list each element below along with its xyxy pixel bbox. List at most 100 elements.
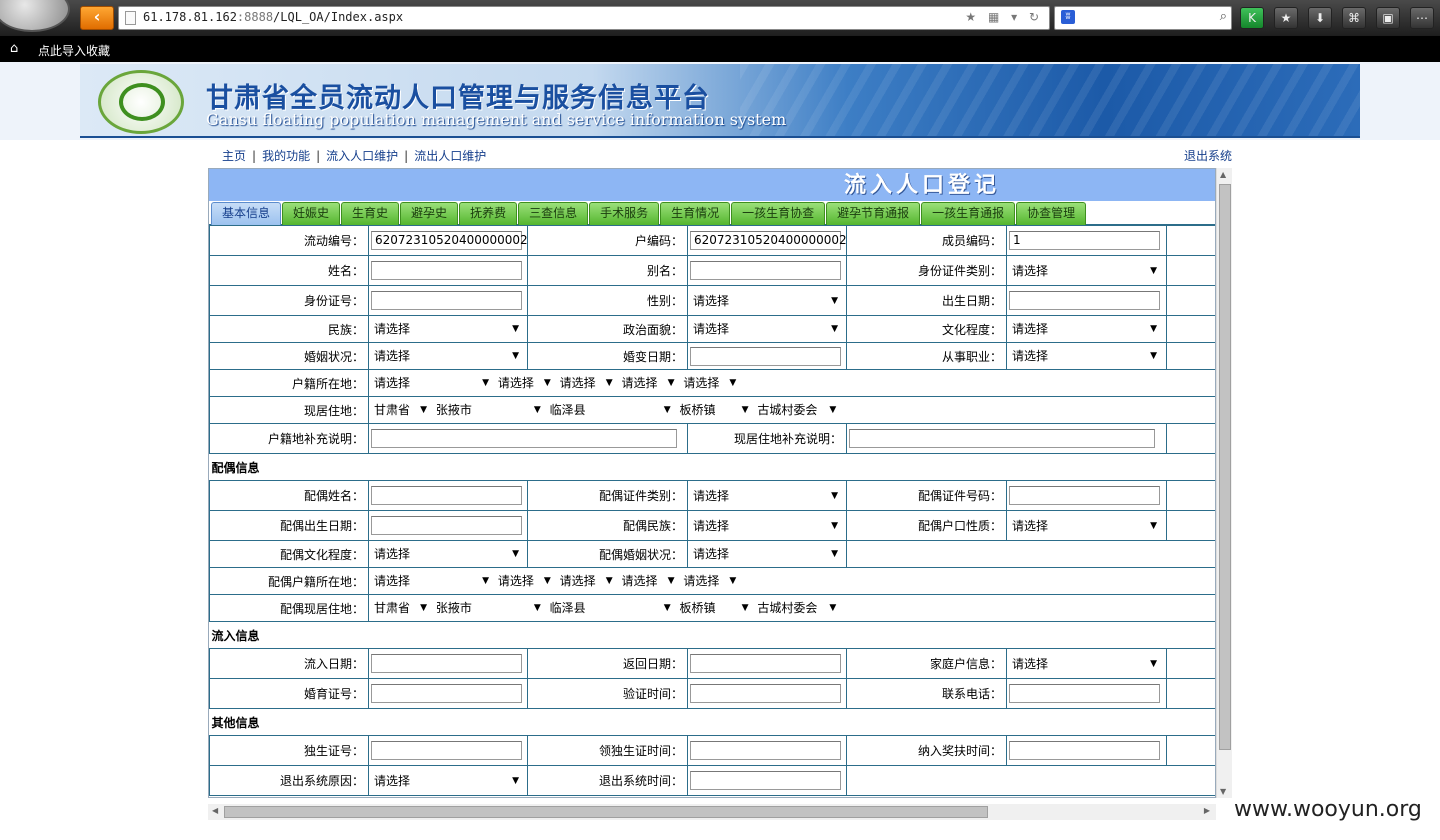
tv-icon[interactable]: ▣	[1376, 7, 1400, 29]
spouse-hukou-type-select[interactable]: 请选择 ▼	[1009, 517, 1159, 535]
address-bar[interactable]: 61.178.81.162:8888/LQL_OA/Index.aspx ★ ▦…	[118, 6, 1050, 30]
only-child-cert-input[interactable]	[371, 741, 522, 760]
tab-contraception-report[interactable]: 避孕节育通报	[826, 202, 921, 225]
marital-select[interactable]: 请选择 ▼	[371, 347, 521, 365]
spouse-hukou-province-select[interactable]: 请选择 ▼	[371, 572, 491, 590]
nav-home[interactable]: 主页	[222, 149, 246, 163]
inflow-date-input[interactable]	[371, 654, 522, 673]
tab-pregnancy-history[interactable]: 妊娠史	[282, 202, 341, 225]
menu-icon[interactable]: ⋯	[1410, 7, 1434, 29]
hukou-city-select[interactable]: 请选择 ▼	[495, 374, 553, 392]
family-info-select[interactable]: 请选择 ▼	[1009, 655, 1159, 673]
only-child-time-input[interactable]	[690, 741, 841, 760]
verify-time-input[interactable]	[690, 684, 841, 703]
hukou-province-select[interactable]: 请选择 ▼	[371, 374, 491, 392]
extension-k-icon[interactable]: K	[1240, 7, 1264, 29]
favorites-star-icon[interactable]: ★	[1274, 7, 1298, 29]
nav-outflow-maintenance[interactable]: 流出人口维护	[414, 149, 486, 163]
tab-support-fee[interactable]: 抚养费	[459, 202, 518, 225]
residence-county-select[interactable]: 临泽县 ▼	[547, 401, 673, 419]
spouse-name-input[interactable]	[371, 486, 522, 505]
occupation-select[interactable]: 请选择 ▼	[1009, 347, 1159, 365]
baidu-paw-icon[interactable]: ʬ	[1061, 10, 1075, 24]
browser-logo-icon[interactable]	[0, 0, 70, 32]
marriage-cert-input[interactable]	[371, 684, 522, 703]
spouse-hukou-county-select[interactable]: 请选择 ▼	[557, 572, 615, 590]
gamepad-icon[interactable]: ⌘	[1342, 7, 1366, 29]
tab-surgery-service[interactable]: 手术服务	[589, 202, 660, 225]
spouse-residence-city-select[interactable]: 张掖市 ▼	[433, 599, 543, 617]
political-select[interactable]: 请选择 ▼	[690, 320, 840, 338]
residence-province-select[interactable]: 甘肃省 ▼	[371, 401, 429, 419]
tab-basic-info[interactable]: 基本信息	[211, 202, 282, 225]
spouse-hukou-city-select[interactable]: 请选择 ▼	[495, 572, 553, 590]
alias-input[interactable]	[690, 261, 841, 280]
tab-three-checks[interactable]: 三查信息	[518, 202, 589, 225]
hukou-village-select[interactable]: 请选择 ▼	[680, 374, 738, 392]
spouse-marital-select[interactable]: 请选择 ▼	[690, 545, 840, 563]
member-no-input[interactable]: 1	[1009, 231, 1160, 250]
download-icon[interactable]: ⬇	[1308, 7, 1332, 29]
exit-reason-select[interactable]: 请选择 ▼	[371, 772, 521, 790]
ethnicity-select[interactable]: 请选择 ▼	[371, 320, 521, 338]
vertical-scroll-thumb[interactable]	[1219, 184, 1231, 750]
spouse-residence-county-select[interactable]: 临泽县 ▼	[547, 599, 673, 617]
search-bar[interactable]: ʬ ⌕	[1054, 6, 1232, 30]
marital-change-input[interactable]	[690, 346, 841, 366]
residence-village-select[interactable]: 古城村委会 ▼	[754, 401, 838, 419]
birth-date-input[interactable]	[1009, 291, 1160, 310]
scroll-down-icon[interactable]: ▼	[1220, 787, 1226, 796]
search-icon[interactable]: ⌕	[1220, 9, 1227, 24]
platform-emblem-icon	[98, 70, 184, 134]
spouse-birth-date-input[interactable]	[371, 516, 522, 535]
scroll-right-icon[interactable]: ▶	[1204, 806, 1210, 815]
floating-no-input[interactable]: 62072310520400000002	[371, 231, 527, 250]
scroll-left-icon[interactable]: ◀	[212, 806, 218, 815]
horizontal-scroll-thumb[interactable]	[224, 806, 988, 818]
home-icon[interactable]: ⌂	[10, 41, 18, 56]
scroll-up-icon[interactable]: ▲	[1220, 170, 1226, 179]
vertical-scrollbar[interactable]: ▲ ▼	[1216, 168, 1232, 798]
spouse-hukou-village-select[interactable]: 请选择 ▼	[680, 572, 738, 590]
back-button[interactable]: ‹	[80, 6, 114, 30]
name-input[interactable]	[371, 261, 522, 280]
tab-first-child-assist[interactable]: 一孩生育协查	[731, 202, 826, 225]
horizontal-scrollbar[interactable]: ◀ ▶	[208, 804, 1216, 820]
residence-note-input[interactable]	[849, 429, 1155, 448]
spouse-id-no-input[interactable]	[1009, 486, 1160, 505]
tab-first-child-report[interactable]: 一孩生育通报	[921, 202, 1016, 225]
education-select[interactable]: 请选择 ▼	[1009, 320, 1159, 338]
residence-city-select[interactable]: 张掖市 ▼	[433, 401, 543, 419]
nav-inflow-maintenance[interactable]: 流入人口维护	[326, 149, 398, 163]
residence-town-select[interactable]: 板桥镇 ▼	[676, 401, 750, 419]
spouse-hukou-town-select[interactable]: 请选择 ▼	[618, 572, 676, 590]
spouse-residence-province-select[interactable]: 甘肃省 ▼	[371, 599, 429, 617]
logout-link[interactable]: 退出系统	[1184, 147, 1232, 164]
hukou-town-select[interactable]: 请选择 ▼	[618, 374, 676, 392]
spouse-residence-village-select[interactable]: 古城村委会 ▼	[754, 599, 838, 617]
gender-select[interactable]: 请选择 ▼	[690, 292, 840, 310]
hukou-note-input[interactable]	[371, 429, 677, 448]
hukou-county-select[interactable]: 请选择 ▼	[557, 374, 615, 392]
nav-my-functions[interactable]: 我的功能	[262, 149, 310, 163]
id-type-select[interactable]: 请选择 ▼	[1009, 262, 1159, 280]
tab-birth-status[interactable]: 生育情况	[660, 202, 731, 225]
tab-assist-management[interactable]: 协查管理	[1016, 202, 1087, 225]
tab-contraception-history[interactable]: 避孕史	[400, 202, 459, 225]
phone-input[interactable]	[1009, 684, 1160, 703]
return-date-input[interactable]	[690, 654, 841, 673]
url-text[interactable]: 61.178.81.162:8888/LQL_OA/Index.aspx	[143, 10, 403, 24]
household-no-input[interactable]: 62072310520400000002	[690, 231, 846, 250]
section-other-info: 其他信息	[209, 708, 1215, 736]
exit-time-input[interactable]	[690, 771, 841, 790]
spouse-ethnicity-select[interactable]: 请选择 ▼	[690, 517, 840, 535]
spouse-residence-town-select[interactable]: 板桥镇 ▼	[676, 599, 750, 617]
address-bar-icons[interactable]: ★ ▦ ▾ ↻	[965, 10, 1043, 24]
spouse-id-type-select[interactable]: 请选择 ▼	[690, 487, 840, 505]
label-family-info: 家庭户信息：	[846, 648, 1007, 679]
id-no-input[interactable]	[371, 291, 522, 310]
spouse-education-select[interactable]: 请选择 ▼	[371, 545, 521, 563]
import-bookmarks-link[interactable]: 点此导入收藏	[38, 42, 110, 59]
tab-birth-history[interactable]: 生育史	[341, 202, 400, 225]
subsidy-time-input[interactable]	[1009, 741, 1160, 760]
